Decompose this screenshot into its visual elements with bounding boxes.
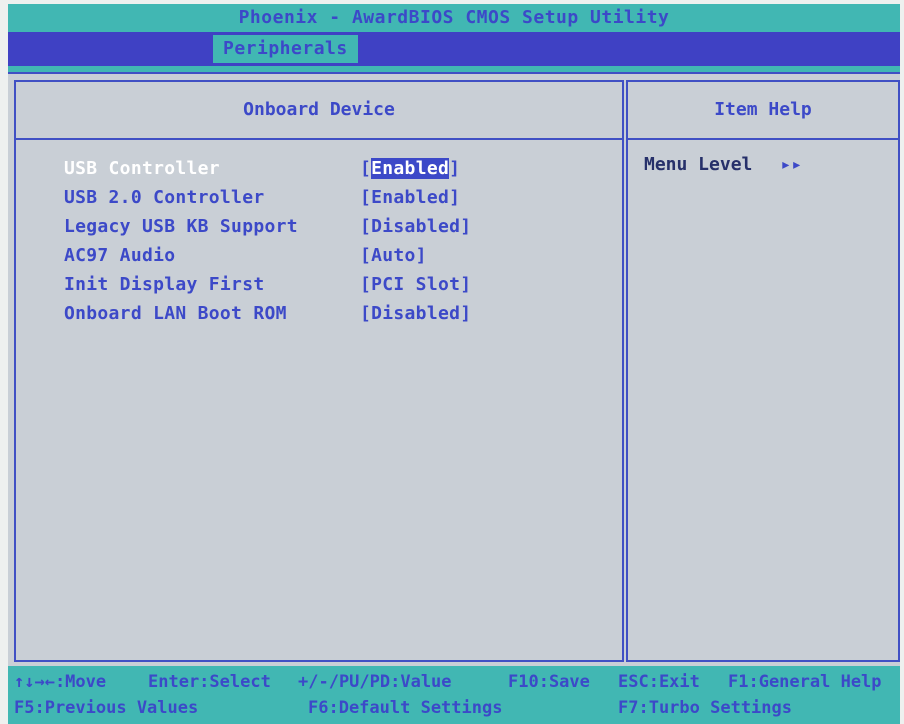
tab-peripherals[interactable]: Peripherals <box>213 35 358 63</box>
setting-ac97-audio[interactable]: AC97 Audio [Auto] <box>64 241 471 270</box>
setting-usb-controller[interactable]: USB Controller [Enabled] <box>64 154 471 183</box>
setting-label: Init Display First <box>64 274 265 295</box>
key-previous-values: F5:Previous Values <box>14 698 199 718</box>
key-turbo-settings: F7:Turbo Settings <box>618 698 792 718</box>
setting-label: AC97 Audio <box>64 245 176 266</box>
setting-value[interactable]: [Auto] <box>360 245 427 266</box>
panel-title: Onboard Device <box>16 82 622 140</box>
key-move: ↑↓→←:Move <box>14 672 107 692</box>
menu-level: Menu Level ▸▸ <box>644 154 802 175</box>
settings-panel: Onboard Device USB Controller [Enabled] … <box>14 80 624 662</box>
setting-value[interactable]: [Disabled] <box>360 303 471 324</box>
menu-bar: Peripherals <box>8 32 900 66</box>
setting-label: Onboard LAN Boot ROM <box>64 303 287 324</box>
menu-level-label: Menu Level <box>644 154 753 175</box>
selected-value[interactable]: Enabled <box>371 158 450 179</box>
key-default-settings: F6:Default Settings <box>308 698 503 718</box>
setting-legacy-usb-kb[interactable]: Legacy USB KB Support [Disabled] <box>64 212 471 241</box>
setting-label: USB Controller <box>64 158 220 179</box>
setting-value[interactable]: [Disabled] <box>360 216 471 237</box>
setting-value[interactable]: [PCI Slot] <box>360 274 471 295</box>
settings-list: USB Controller [Enabled] USB 2.0 Control… <box>64 154 471 328</box>
help-title: Item Help <box>628 82 898 140</box>
help-panel: Item Help Menu Level ▸▸ <box>626 80 900 662</box>
setting-init-display-first[interactable]: Init Display First [PCI Slot] <box>64 270 471 299</box>
setting-onboard-lan-boot-rom[interactable]: Onboard LAN Boot ROM [Disabled] <box>64 299 471 328</box>
setting-value[interactable]: [Enabled] <box>360 187 460 208</box>
key-help-bar: ↑↓→←:Move Enter:Select +/-/PU/PD:Value F… <box>8 666 900 724</box>
setting-label: Legacy USB KB Support <box>64 216 298 237</box>
window-title: Phoenix - AwardBIOS CMOS Setup Utility <box>8 4 900 32</box>
setting-label: USB 2.0 Controller <box>64 187 265 208</box>
key-general-help: F1:General Help <box>728 672 882 692</box>
main-area: Onboard Device USB Controller [Enabled] … <box>8 72 900 666</box>
setting-value[interactable]: [Enabled] <box>360 158 460 179</box>
key-save: F10:Save <box>508 672 590 692</box>
setting-usb20-controller[interactable]: USB 2.0 Controller [Enabled] <box>64 183 471 212</box>
menu-level-arrows-icon: ▸▸ <box>780 154 803 175</box>
bios-screen: Phoenix - AwardBIOS CMOS Setup Utility P… <box>8 4 900 724</box>
key-select: Enter:Select <box>148 672 271 692</box>
key-value: +/-/PU/PD:Value <box>298 672 452 692</box>
key-exit: ESC:Exit <box>618 672 700 692</box>
